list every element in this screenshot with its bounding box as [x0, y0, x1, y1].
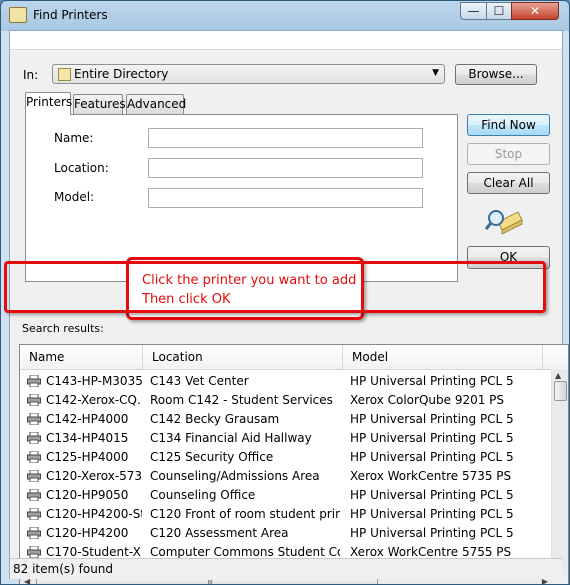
printer-directory-icon	[9, 7, 27, 23]
printer-model: HP Universal Printing PCL 5	[350, 431, 514, 445]
minimize-button[interactable]: —	[460, 2, 487, 20]
printer-location: C125 Security Office	[150, 450, 274, 464]
clear-all-button[interactable]: Clear All	[467, 172, 550, 194]
table-row[interactable]: C120-HP9050 Counseling Office HP Universal…	[20, 486, 552, 505]
printer-name: C120-Xerox-5735	[46, 469, 142, 483]
column-header-model[interactable]: Model	[343, 345, 543, 369]
search-results-list[interactable]: Name Location Model C143-HP-M3035 C143 Ve…	[19, 344, 569, 585]
location-field[interactable]	[148, 158, 423, 178]
table-row[interactable]: C120-Xerox-5735 Counseling/Admissions Are…	[20, 467, 552, 486]
printer-location: C120 Assessment Area	[150, 526, 289, 540]
table-row[interactable]: C134-HP4015 C134 Financial Aid Hallway HP …	[20, 429, 552, 448]
table-row[interactable]: C120-HP4200 C120 Assessment Area HP Univer…	[20, 524, 552, 543]
printer-location: C143 Vet Center	[150, 374, 249, 388]
model-label: Model:	[54, 190, 95, 204]
printer-icon	[27, 527, 41, 539]
printer-model: HP Universal Printing PCL 5	[350, 374, 514, 388]
instruction-line-1: Click the printer you want to add	[142, 273, 357, 288]
tab-features[interactable]: Features	[73, 94, 126, 114]
printer-icon	[27, 489, 41, 501]
instruction-callout: Click the printer you want to add Then c…	[126, 257, 364, 320]
printer-icon	[27, 508, 41, 520]
table-row[interactable]: C142-Xerox-CQ... Room C142 - Student Serv…	[20, 391, 552, 410]
printer-name: C143-HP-M3035	[46, 374, 142, 388]
printer-icon	[27, 394, 41, 406]
printer-location: Room C142 - Student Services	[150, 393, 333, 407]
printer-name: C120-HP4200-St...	[46, 507, 142, 521]
printer-name: C170-Student-X...	[46, 545, 142, 559]
find-printers-window: Find Printers — ☐ ✕ In: Entire Directory…	[0, 0, 570, 585]
printer-name: C125-HP4000	[46, 450, 129, 464]
printer-location: C142 Becky Grausam	[150, 412, 280, 426]
printer-icon	[27, 546, 41, 558]
printer-name: C120-HP9050	[46, 488, 129, 502]
name-label: Name:	[54, 131, 94, 145]
printer-model: Xerox ColorQube 9201 PS	[350, 393, 505, 407]
status-bar: 82 item(s) found	[10, 558, 562, 579]
printer-model: Xerox WorkCentre 5735 PS	[350, 469, 512, 483]
close-button[interactable]: ✕	[511, 2, 559, 20]
maximize-button[interactable]: ☐	[486, 2, 512, 20]
stop-button[interactable]: Stop	[467, 143, 550, 165]
printer-model: HP Universal Printing PCL 5	[350, 412, 514, 426]
printer-icon	[27, 375, 41, 387]
printer-name: C120-HP4200	[46, 526, 129, 540]
printer-icon	[27, 451, 41, 463]
location-label: Location:	[54, 161, 109, 175]
in-label: In:	[23, 68, 39, 82]
ok-button[interactable]: OK	[467, 246, 550, 269]
table-row[interactable]: C142-HP4000 C142 Becky Grausam HP Universa…	[20, 410, 552, 429]
table-row[interactable]: C120-HP4200-St... C120 Front of room stud…	[20, 505, 552, 524]
title-bar[interactable]: Find Printers — ☐ ✕	[1, 1, 569, 29]
printer-name: C142-Xerox-CQ...	[46, 393, 142, 407]
printer-name: C142-HP4000	[46, 412, 129, 426]
printer-location: C120 Front of room student printer	[150, 507, 340, 521]
printer-icon	[27, 470, 41, 482]
model-field[interactable]	[148, 188, 423, 208]
window-title: Find Printers	[33, 8, 108, 22]
grip-icon: |||	[207, 579, 213, 585]
directory-selected-value: Entire Directory	[74, 67, 169, 81]
browse-button[interactable]: Browse...	[455, 64, 537, 85]
directory-icon	[58, 68, 71, 81]
column-header-name[interactable]: Name	[20, 345, 143, 369]
results-header: Name Location Model	[20, 345, 568, 370]
printer-model: Xerox WorkCentre 5755 PS	[350, 545, 512, 559]
find-now-button[interactable]: Find Now	[467, 114, 550, 136]
printer-location: C134 Financial Aid Hallway	[150, 431, 312, 445]
search-results-label: Search results:	[22, 322, 104, 335]
table-row[interactable]: C125-HP4000 C125 Security Office HP Univer…	[20, 448, 552, 467]
name-field[interactable]	[148, 128, 423, 148]
printer-model: HP Universal Printing PCL 5	[350, 507, 514, 521]
chevron-down-icon: ▼	[432, 68, 439, 78]
printer-icon	[27, 413, 41, 425]
printer-icon	[27, 432, 41, 444]
vertical-scrollbar[interactable]: ▲ ▼	[551, 369, 568, 576]
printer-model: HP Universal Printing PCL 5	[350, 450, 514, 464]
printer-model: HP Universal Printing PCL 5	[350, 526, 514, 540]
printer-model: HP Universal Printing PCL 5	[350, 488, 514, 502]
scroll-up-icon[interactable]: ▲	[555, 371, 561, 380]
directory-dropdown[interactable]: Entire Directory ▼	[52, 64, 445, 84]
dialog-client-area: In: Entire Directory ▼ Browse... Printer…	[9, 30, 569, 584]
tab-printers[interactable]: Printers	[25, 92, 72, 115]
instruction-line-2: Then click OK	[142, 292, 231, 307]
vertical-scroll-thumb[interactable]	[554, 381, 567, 401]
printer-location: Counseling Office	[150, 488, 256, 502]
printer-location: Computer Commons Student Co...	[150, 545, 340, 559]
tab-advanced[interactable]: Advanced	[126, 94, 186, 114]
printer-location: Counseling/Admissions Area	[150, 469, 320, 483]
menu-bar	[10, 31, 562, 50]
status-text: 82 item(s) found	[13, 562, 114, 576]
magnifier-search-icon	[484, 210, 523, 235]
table-row[interactable]: C143-HP-M3035 C143 Vet Center HP Universal…	[20, 372, 552, 391]
printer-name: C134-HP4015	[46, 431, 129, 445]
column-header-location[interactable]: Location	[143, 345, 343, 369]
